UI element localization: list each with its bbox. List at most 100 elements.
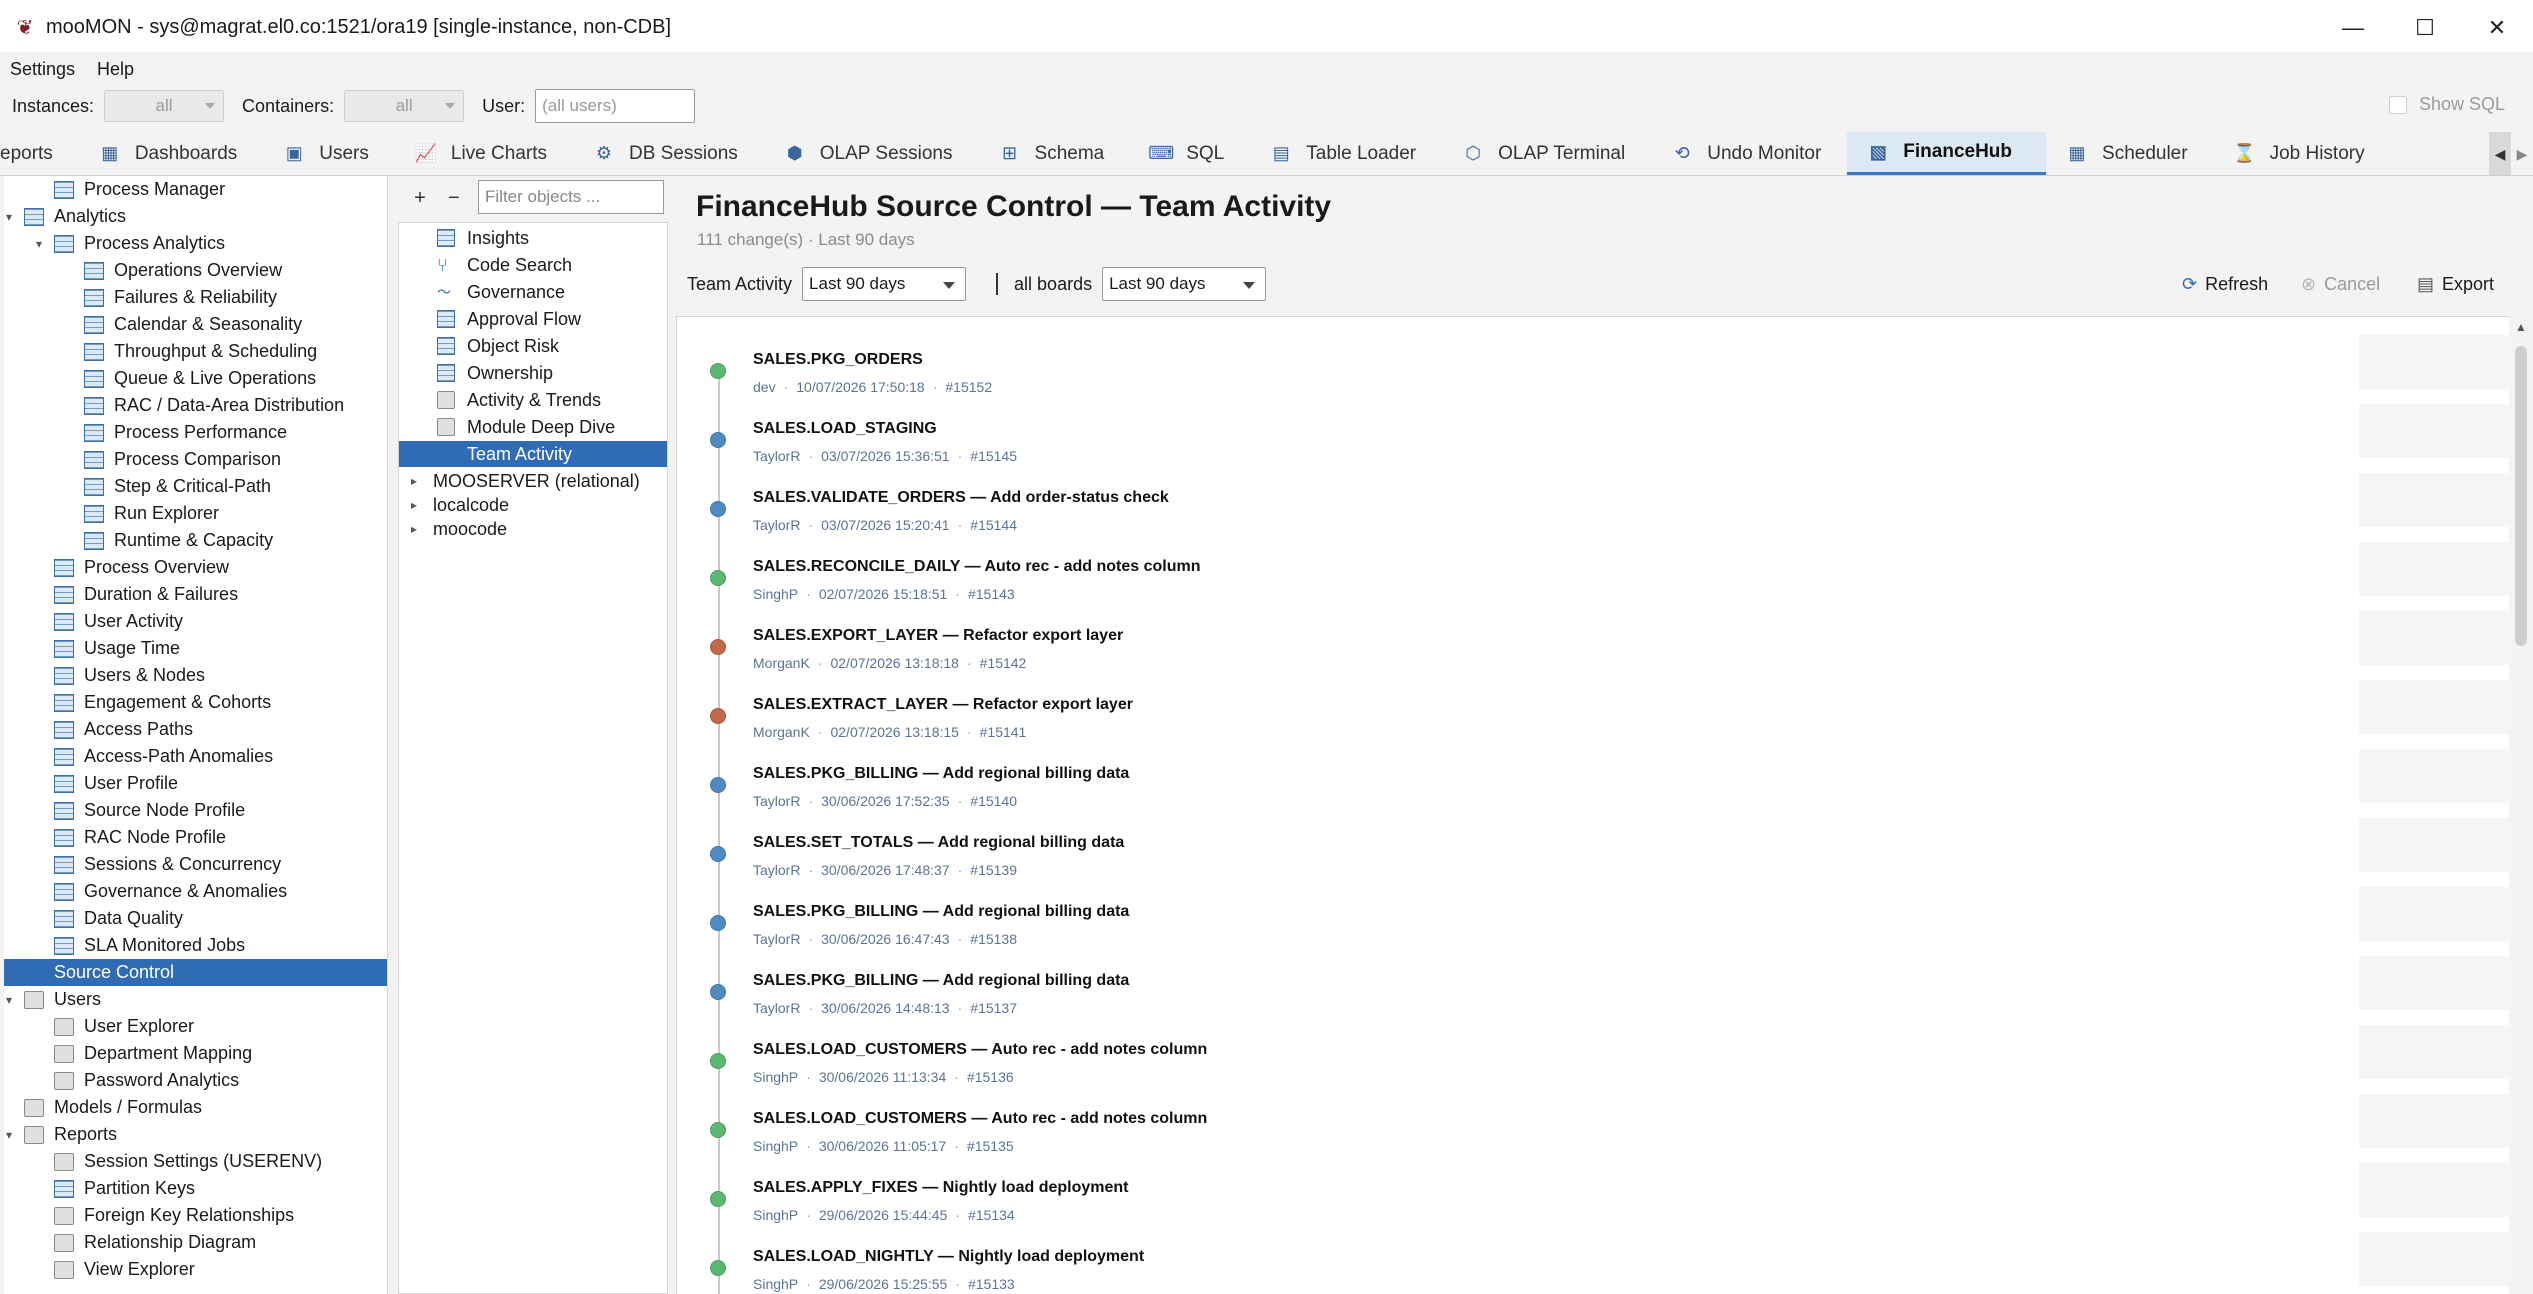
tab-schema[interactable]: ⊞ Schema [979,132,1131,175]
expand-toggle-icon[interactable]: ▾ [4,993,16,1007]
object-item-mooserver-relational[interactable]: ▸ MOOSERVER (relational) [399,468,667,494]
boards-period-select[interactable]: Last 90 days [1102,267,1267,301]
tree-item-process-comparison[interactable]: Process Comparison [4,446,387,473]
tab-scroll-right-icon[interactable]: ▶ [2511,132,2533,175]
tree-item-runtime-capacity[interactable]: Runtime & Capacity [4,527,387,554]
tree-item-engagement-cohorts[interactable]: Engagement & Cohorts [4,689,387,716]
object-item-governance[interactable]: 〜 Governance [399,279,667,305]
period-select[interactable]: Last 90 days [802,267,967,301]
tree-item-rac-node-profile[interactable]: RAC Node Profile [4,824,387,851]
timeline-entry[interactable]: SALES.PKG_BILLING — Add regional billing… [677,968,2377,1034]
timeline-entry[interactable]: SALES.VALIDATE_ORDERS — Add order-status… [677,485,2377,551]
user-input[interactable]: (all users) [535,89,696,123]
menu-help[interactable]: Help [97,59,134,80]
minimize-button[interactable]: — [2317,0,2389,56]
tree-item-process-analytics[interactable]: ▾ Process Analytics [4,230,387,257]
timeline-entry[interactable]: SALES.LOAD_CUSTOMERS — Auto rec - add no… [677,1106,2377,1172]
expand-toggle-icon[interactable]: ▸ [411,522,417,536]
tab-dashboards[interactable]: ▦ Dashboards [79,132,263,175]
timeline-entry[interactable]: SALES.PKG_BILLING — Add regional billing… [677,899,2377,965]
tree-item-run-explorer[interactable]: Run Explorer [4,500,387,527]
instances-select[interactable]: all [104,90,225,122]
object-item-activity-trends[interactable]: Activity & Trends [399,387,667,413]
timeline-entry[interactable]: SALES.LOAD_CUSTOMERS — Auto rec - add no… [677,1037,2377,1103]
tab-olap-sessions[interactable]: ⬢ OLAP Sessions [764,132,979,175]
tree-item-password-analytics[interactable]: Password Analytics [4,1067,387,1094]
tree-item-foreign-key-relationships[interactable]: Foreign Key Relationships [4,1202,387,1229]
cancel-button[interactable]: ⊗ Cancel [2301,264,2380,304]
object-item-localcode[interactable]: ▸ localcode [399,492,667,518]
object-item-team-activity[interactable]: Team Activity [399,441,667,467]
expand-toggle-icon[interactable]: ▾ [4,1128,16,1142]
tab-scroll-left-icon[interactable]: ◀ [2489,132,2511,175]
refresh-button[interactable]: ⟳ Refresh [2182,264,2268,304]
tree-item-session-settings-userenv[interactable]: Session Settings (USERENV) [4,1148,387,1175]
object-item-approval-flow[interactable]: Approval Flow [399,306,667,332]
tab-job-history[interactable]: ⌛ Job History [2214,132,2391,175]
object-item-object-risk[interactable]: Object Risk [399,333,667,359]
timeline-entry[interactable]: SALES.LOAD_NIGHTLY — Nightly load deploy… [677,1244,2377,1294]
tree-item-analytics[interactable]: ▾ Analytics [4,203,387,230]
tree-item-process-manager[interactable]: Process Manager [4,176,387,203]
tree-item-access-path-anomalies[interactable]: Access-Path Anomalies [4,743,387,770]
tree-item-operations-overview[interactable]: Operations Overview [4,257,387,284]
show-sql-toggle[interactable]: Show SQL [2388,94,2505,115]
tab-financehub[interactable]: ▧ FinanceHub [1847,132,2047,175]
tree-item-calendar-seasonality[interactable]: Calendar & Seasonality [4,311,387,338]
tree-item-department-mapping[interactable]: Department Mapping [4,1040,387,1067]
expand-toggle-icon[interactable]: ▾ [4,210,16,224]
tree-item-reports[interactable]: ▾ Reports [4,1121,387,1148]
maximize-button[interactable]: ☐ [2389,0,2461,56]
object-item-insights[interactable]: Insights [399,225,667,251]
tab-db-sessions[interactable]: ⚙ DB Sessions [573,132,764,175]
tab-users[interactable]: ▣ Users [263,132,395,175]
tree-item-view-explorer[interactable]: View Explorer [4,1256,387,1283]
timeline-entry[interactable]: SALES.RECONCILE_DAILY — Auto rec - add n… [677,554,2377,620]
object-item-code-search[interactable]: ⑂ Code Search [399,252,667,278]
tab-olap-terminal[interactable]: ⬡ OLAP Terminal [1442,132,1651,175]
tree-item-queue-live-operations[interactable]: Queue & Live Operations [4,365,387,392]
tree-item-throughput-scheduling[interactable]: Throughput & Scheduling [4,338,387,365]
tab-live-charts[interactable]: 📈 Live Charts [395,132,573,175]
timeline-entry[interactable]: SALES.APPLY_FIXES — Nightly load deploym… [677,1175,2377,1241]
timeline-entry[interactable]: SALES.LOAD_STAGING TaylorR · 03/07/2026 15:… [677,416,2377,482]
tree-item-sessions-concurrency[interactable]: Sessions & Concurrency [4,851,387,878]
scroll-thumb[interactable] [2515,346,2527,646]
activity-timeline[interactable]: SALES.PKG_ORDERS dev · 10/07/2026 17:50:18 ·… [676,316,2509,1294]
tab-sql[interactable]: ⌨ SQL [1130,132,1250,175]
tree-item-users-nodes[interactable]: Users & Nodes [4,662,387,689]
expand-toggle-icon[interactable]: ▾ [32,237,46,251]
export-button[interactable]: ▤ Export [2417,264,2494,304]
tree-item-usage-time[interactable]: Usage Time [4,635,387,662]
close-button[interactable]: ✕ [2461,0,2533,56]
scroll-up-icon[interactable]: ▲ [2515,320,2527,334]
tab-undo-monitor[interactable]: ⟲ Undo Monitor [1651,132,1847,175]
filter-objects-input[interactable]: Filter objects ... [478,180,664,214]
tree-item-sla-monitored-jobs[interactable]: SLA Monitored Jobs [4,932,387,959]
containers-select[interactable]: all [344,90,465,122]
add-object-button[interactable]: + [408,187,432,210]
tree-item-user-explorer[interactable]: User Explorer [4,1013,387,1040]
timeline-entry[interactable]: SALES.EXTRACT_LAYER — Refactor export la… [677,692,2377,758]
timeline-entry[interactable]: SALES.PKG_ORDERS dev · 10/07/2026 17:50:18 ·… [677,347,2377,413]
vertical-scrollbar[interactable]: ▲ [2509,316,2533,1294]
tree-item-process-performance[interactable]: Process Performance [4,419,387,446]
tree-item-models-formulas[interactable]: Models / Formulas [4,1094,387,1121]
timeline-entry[interactable]: SALES.EXPORT_LAYER — Refactor export lay… [677,623,2377,689]
tree-item-partition-keys[interactable]: Partition Keys [4,1175,387,1202]
tab-table-loader[interactable]: ▤ Table Loader [1250,132,1442,175]
menu-settings[interactable]: Settings [10,59,75,80]
expand-toggle-icon[interactable]: ▸ [411,498,417,512]
tree-item-step-critical-path[interactable]: Step & Critical-Path [4,473,387,500]
tree-item-failures-reliability[interactable]: Failures & Reliability [4,284,387,311]
tree-item-duration-failures[interactable]: Duration & Failures [4,581,387,608]
timeline-entry[interactable]: SALES.SET_TOTALS — Add regional billing … [677,830,2377,896]
tree-item-rac-data-area-distribution[interactable]: RAC / Data-Area Distribution [4,392,387,419]
object-item-module-deep-dive[interactable]: Module Deep Dive [399,414,667,440]
tree-item-source-node-profile[interactable]: Source Node Profile [4,797,387,824]
timeline-entry[interactable]: SALES.PKG_BILLING — Add regional billing… [677,761,2377,827]
tree-item-access-paths[interactable]: Access Paths [4,716,387,743]
show-sql-checkbox[interactable] [2388,95,2407,114]
tree-item-user-profile[interactable]: User Profile [4,770,387,797]
tree-item-relationship-diagram[interactable]: Relationship Diagram [4,1229,387,1256]
